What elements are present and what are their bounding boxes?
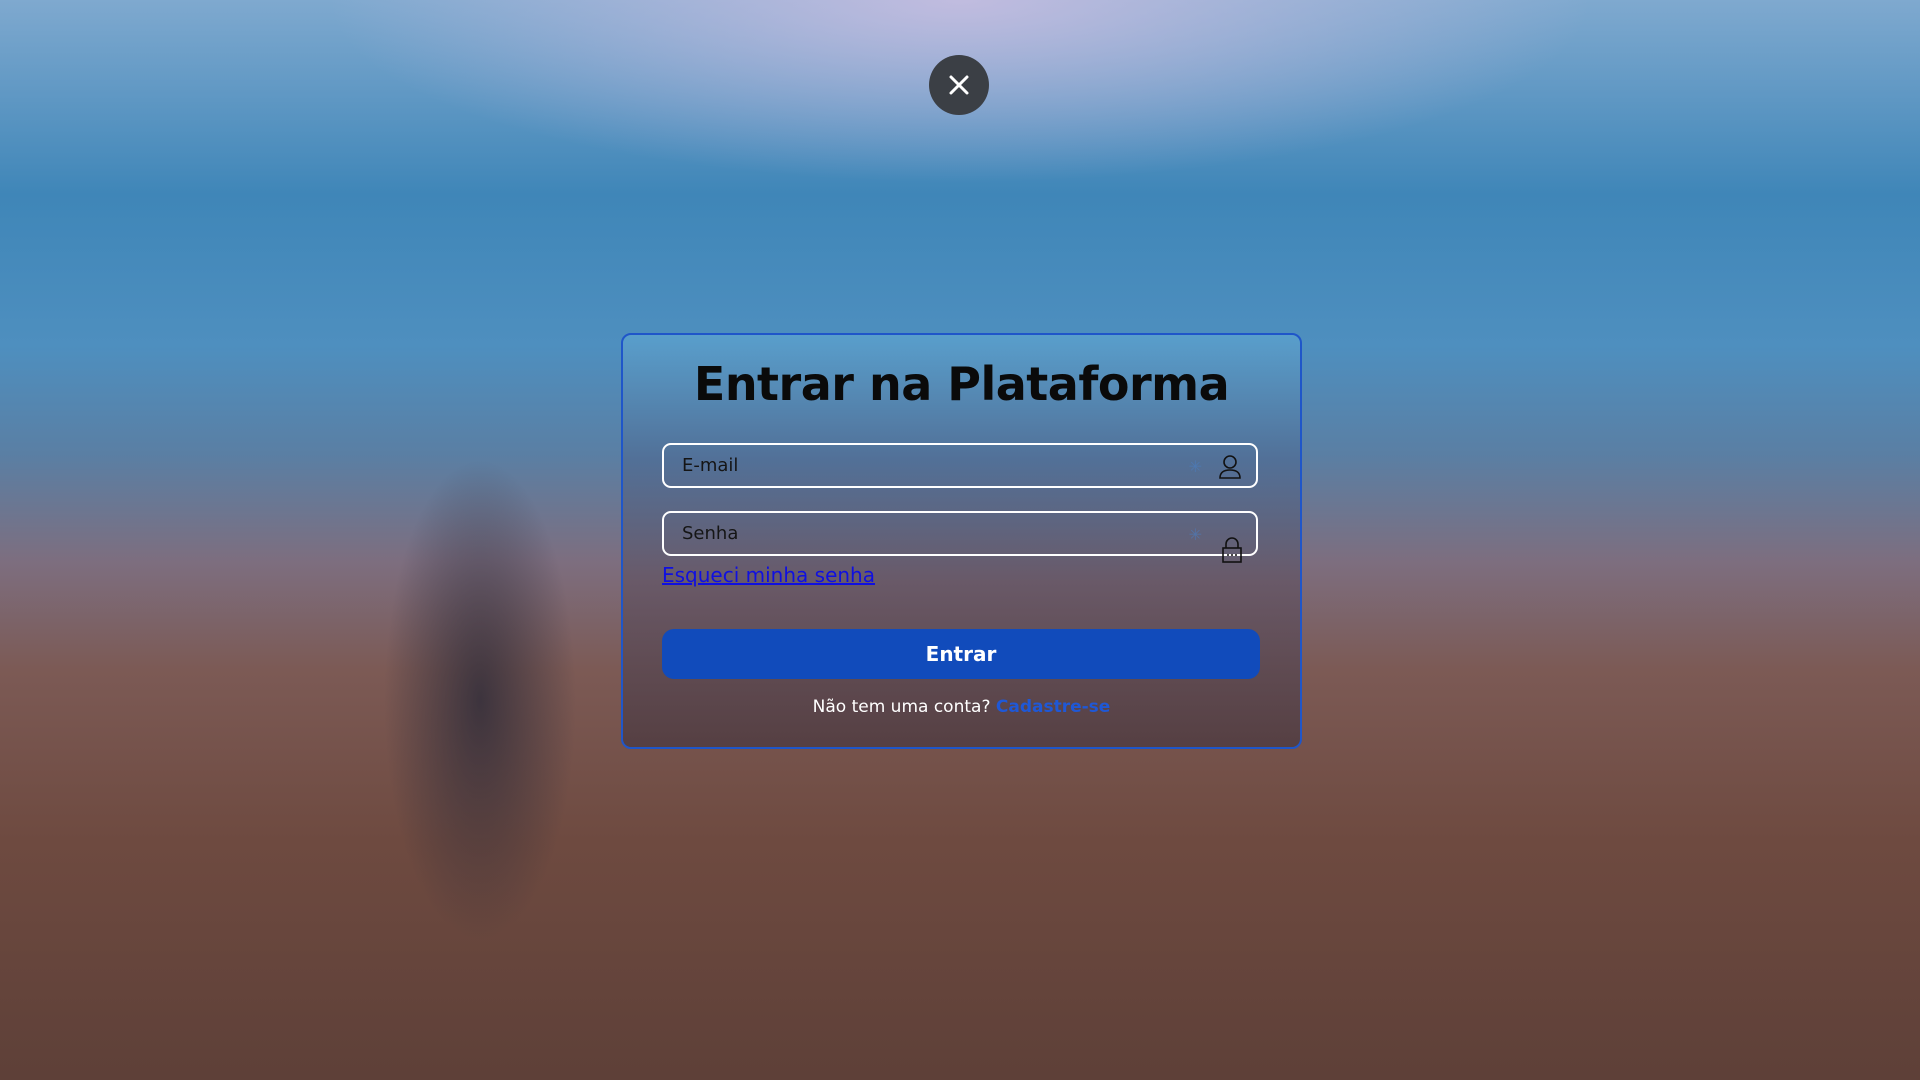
forgot-password-link[interactable]: Esqueci minha senha bbox=[662, 563, 875, 587]
close-button[interactable] bbox=[929, 55, 989, 115]
email-input[interactable] bbox=[664, 445, 1200, 486]
lock-icon bbox=[1222, 537, 1242, 563]
signup-link[interactable]: Cadastre-se bbox=[996, 697, 1110, 717]
sparkle-icon: ✳ bbox=[1188, 525, 1202, 544]
page-title: Entrar na Plataforma bbox=[693, 357, 1230, 411]
login-card: Entrar na Plataforma ✳ ✳ Esqueci minha s… bbox=[621, 333, 1302, 749]
user-icon bbox=[1219, 455, 1241, 479]
signup-prompt: Não tem uma conta? Cadastre-se bbox=[623, 697, 1300, 717]
login-button[interactable]: Entrar bbox=[662, 629, 1260, 679]
password-input[interactable] bbox=[664, 513, 1200, 554]
signup-prompt-text: Não tem uma conta? bbox=[812, 697, 991, 717]
password-field-container: ✳ bbox=[662, 511, 1258, 563]
close-icon bbox=[949, 75, 969, 95]
sparkle-icon: ✳ bbox=[1188, 457, 1202, 476]
email-field-container: ✳ bbox=[662, 443, 1258, 488]
